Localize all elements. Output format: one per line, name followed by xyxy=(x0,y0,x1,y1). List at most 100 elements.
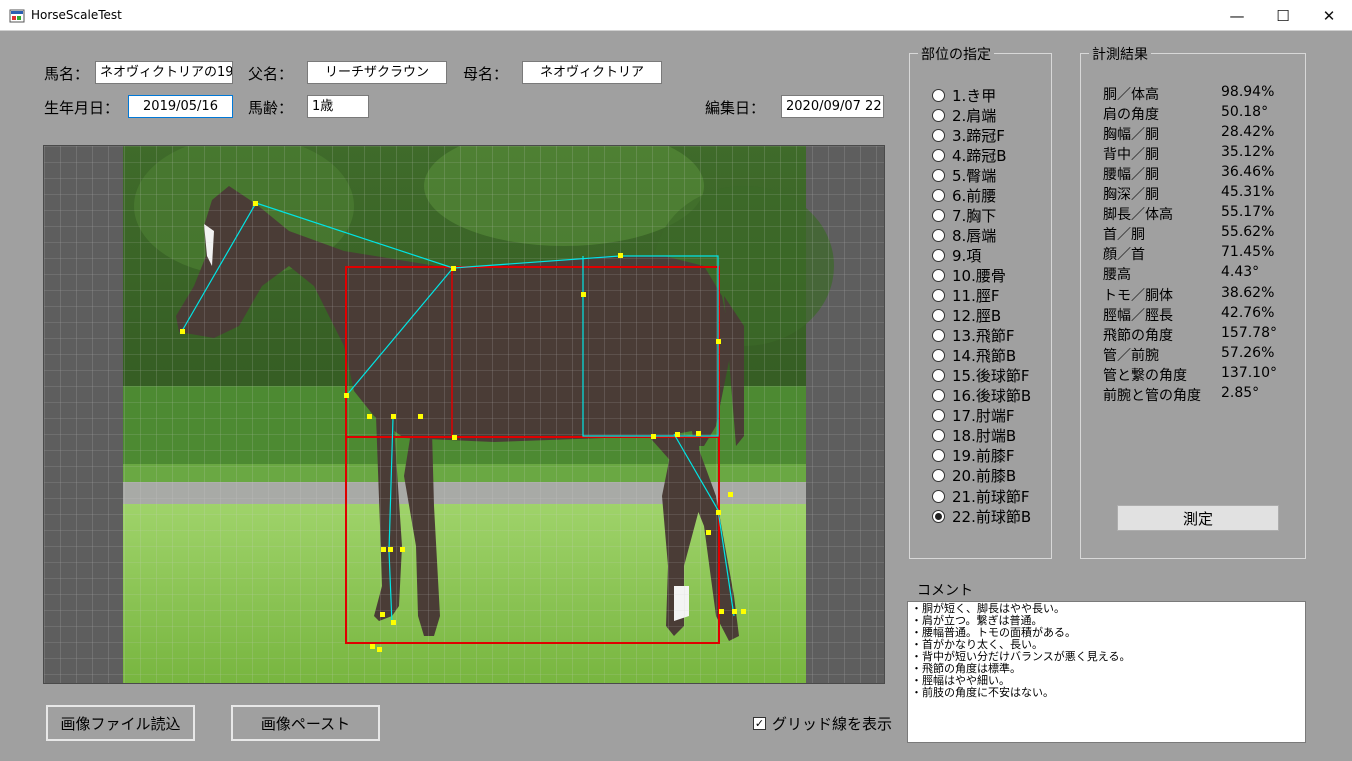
minimize-button[interactable]: — xyxy=(1214,0,1260,31)
part-radio-item[interactable]: 19.前膝F xyxy=(932,446,1014,466)
result-row: 首／胴 55.62% xyxy=(1103,224,1274,244)
radio-icon xyxy=(932,329,945,343)
result-label: 首／胴 xyxy=(1103,227,1145,244)
result-value: 137.10° xyxy=(1221,364,1277,381)
part-radio-item[interactable]: 17.肘端F xyxy=(932,406,1014,426)
result-row: 腰高 4.43° xyxy=(1103,264,1259,284)
radio-icon xyxy=(932,429,945,443)
part-radio-item[interactable]: 6.前腰 xyxy=(932,185,996,205)
part-radio-label: 9.項 xyxy=(952,246,982,265)
image-canvas[interactable] xyxy=(43,145,885,684)
close-button[interactable]: ✕ xyxy=(1306,0,1352,31)
load-image-button[interactable]: 画像ファイル読込 xyxy=(46,705,195,741)
result-row: 脚長／体高 55.17% xyxy=(1103,204,1274,224)
checkbox-check-icon: ✓ xyxy=(753,717,766,730)
result-label: 腰幅／胴 xyxy=(1103,167,1159,184)
radio-icon xyxy=(932,349,945,363)
measure-button[interactable]: 測定 xyxy=(1117,505,1279,531)
age-label: 馬齢： xyxy=(248,99,294,117)
part-radio-label: 18.肘端B xyxy=(952,427,1017,446)
title-bar: HorseScaleTest — ☐ ✕ xyxy=(0,0,1352,31)
part-radio-item[interactable]: 5.臀端 xyxy=(932,165,996,185)
result-row: 肩の角度 50.18° xyxy=(1103,104,1268,124)
part-radio-label: 22.前球節B xyxy=(952,507,1032,526)
part-radio-item[interactable]: 20.前膝B xyxy=(932,466,1016,486)
radio-icon xyxy=(932,128,945,142)
radio-icon xyxy=(932,309,945,323)
part-radio-item[interactable]: 14.飛節B xyxy=(932,346,1016,366)
part-radio-item[interactable]: 12.脛B xyxy=(932,306,1001,326)
part-radio-item[interactable]: 9.項 xyxy=(932,245,981,265)
result-value: 38.62% xyxy=(1221,284,1275,301)
result-label: 腰高 xyxy=(1103,267,1131,284)
close-icon: ✕ xyxy=(1322,6,1336,25)
radio-icon xyxy=(932,509,945,523)
part-radio-label: 13.飛節F xyxy=(952,327,1015,346)
comment-textarea[interactable]: ・胴が短く、脚長はやや長い。 ・肩が立つ。繋ぎは普通。 ・腰幅普通。トモの面積がある… xyxy=(907,601,1306,743)
dam-input[interactable]: ネオヴィクトリア xyxy=(522,61,662,84)
radio-icon xyxy=(932,148,945,162)
paste-image-button[interactable]: 画像ペースト xyxy=(231,705,380,741)
birth-date-input[interactable]: 2019/05/16 xyxy=(128,95,233,118)
radio-icon xyxy=(932,168,945,182)
part-radio-item[interactable]: 11.脛F xyxy=(932,286,999,306)
part-radio-label: 17.肘端F xyxy=(952,407,1015,426)
result-row: 飛節の角度 157.78° xyxy=(1103,325,1277,345)
radio-icon xyxy=(932,88,945,102)
part-radio-item[interactable]: 7.胸下 xyxy=(932,205,996,225)
part-radio-item[interactable]: 3.蹄冠F xyxy=(932,125,1005,145)
part-radio-item[interactable]: 8.唇端 xyxy=(932,225,996,245)
result-row: 前腕と管の角度 2.85° xyxy=(1103,385,1259,405)
result-value: 2.85° xyxy=(1221,384,1260,401)
result-row: 顔／首 71.45% xyxy=(1103,244,1274,264)
parts-group: 部位の指定 1.き甲 2.肩端 3.蹄冠F 4.蹄冠B 5.臀端 6.前腰 7.胸下 8.唇端… xyxy=(909,44,1052,559)
part-radio-item[interactable]: 1.き甲 xyxy=(932,85,996,105)
edit-date-label: 編集日： xyxy=(705,99,766,117)
grid-checkbox[interactable]: ✓ グリッド線を表示 xyxy=(753,713,892,734)
result-value: 98.94% xyxy=(1221,84,1275,100)
part-radio-item[interactable]: 21.前球節F xyxy=(932,486,1029,506)
part-radio-label: 19.前膝F xyxy=(952,447,1015,466)
part-radio-item[interactable]: 2.肩端 xyxy=(932,105,996,125)
part-radio-label: 8.唇端 xyxy=(952,226,997,245)
sire-input[interactable]: リーチザクラウン xyxy=(307,61,447,84)
birth-date-label: 生年月日： xyxy=(44,99,120,117)
result-value: 57.26% xyxy=(1221,344,1275,361)
result-label: 脚長／体高 xyxy=(1103,207,1173,224)
radio-icon xyxy=(932,248,945,262)
part-radio-item[interactable]: 15.後球節F xyxy=(932,366,1029,386)
comment-line: ・前肢の角度に不安はない。 xyxy=(911,686,1054,699)
result-label: 背中／胴 xyxy=(1103,147,1159,164)
part-radio-label: 3.蹄冠F xyxy=(952,126,1005,145)
result-row: 胸幅／胴 28.42% xyxy=(1103,124,1274,144)
edit-date-input[interactable]: 2020/09/07 22 xyxy=(781,95,884,118)
part-radio-item[interactable]: 18.肘端B xyxy=(932,426,1016,446)
window-title: HorseScaleTest xyxy=(31,8,122,22)
age-input[interactable]: 1歳 xyxy=(307,95,369,118)
result-value: 157.78° xyxy=(1221,324,1277,341)
minimize-icon: — xyxy=(1229,6,1245,25)
part-radio-item[interactable]: 22.前球節B xyxy=(932,506,1031,526)
result-label: トモ／胴体 xyxy=(1103,287,1173,304)
horse-name-input[interactable]: ネオヴィクトリアの19 xyxy=(95,61,233,84)
radio-icon xyxy=(932,228,945,242)
radio-icon xyxy=(932,289,945,302)
app-icon xyxy=(9,9,25,23)
result-label: 胴／体高 xyxy=(1103,87,1159,103)
part-radio-label: 21.前球節F xyxy=(952,487,1030,506)
result-value: 55.62% xyxy=(1221,224,1275,241)
part-radio-label: 14.飛節B xyxy=(952,347,1017,366)
comment-label: コメント xyxy=(917,583,973,599)
radio-icon xyxy=(932,489,945,503)
part-radio-item[interactable]: 10.腰骨 xyxy=(932,265,1006,285)
result-row: 管と繋の角度 137.10° xyxy=(1103,365,1277,385)
maximize-button[interactable]: ☐ xyxy=(1260,0,1306,31)
part-radio-item[interactable]: 4.蹄冠B xyxy=(932,145,1007,165)
part-radio-label: 7.胸下 xyxy=(952,206,997,225)
part-radio-item[interactable]: 16.後球節B xyxy=(932,386,1031,406)
result-value: 50.18° xyxy=(1221,104,1269,121)
result-value: 35.12% xyxy=(1221,144,1275,161)
part-radio-item[interactable]: 13.飛節F xyxy=(932,326,1014,346)
radio-icon xyxy=(932,268,945,282)
result-row: 背中／胴 35.12% xyxy=(1103,144,1274,164)
